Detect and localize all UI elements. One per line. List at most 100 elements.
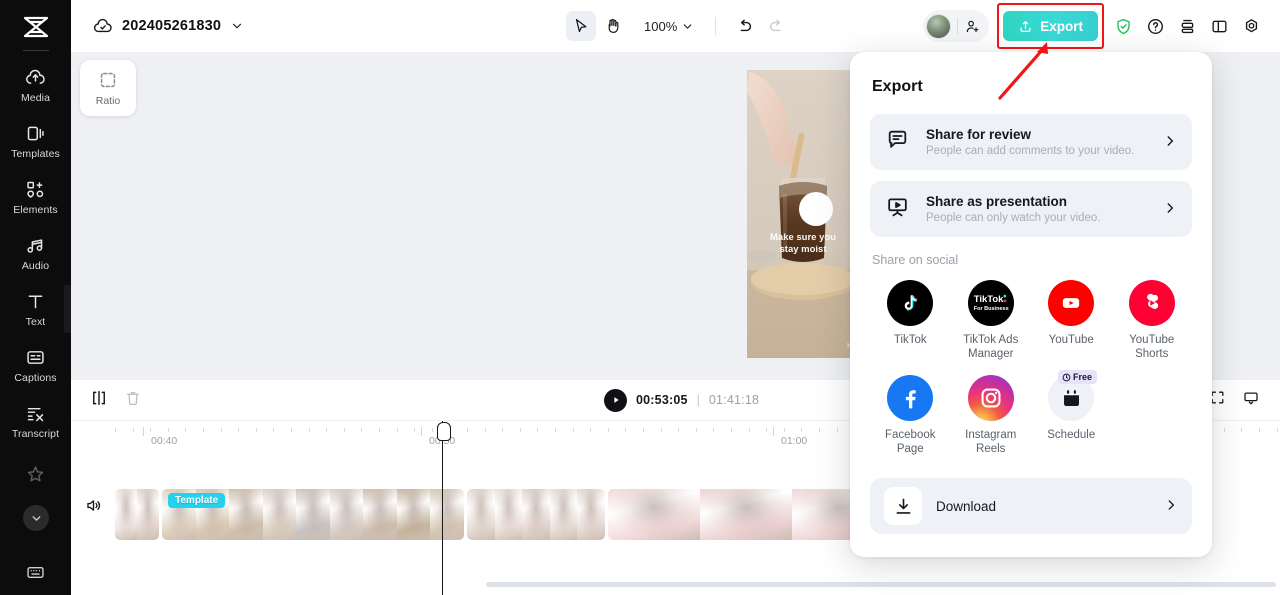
text-icon bbox=[25, 290, 47, 312]
ruler-tick bbox=[238, 428, 240, 432]
presentation-screen-icon bbox=[885, 194, 910, 224]
clip-thumbnail bbox=[115, 489, 137, 540]
split-view-icon bbox=[1211, 20, 1227, 32]
timeline-clip[interactable] bbox=[115, 489, 159, 540]
social-facebook-page[interactable]: Facebook Page bbox=[870, 375, 951, 456]
display-settings-button[interactable] bbox=[1242, 389, 1260, 412]
social-tiktok[interactable]: TikTok bbox=[870, 280, 951, 361]
sidebar-item-label: Templates bbox=[11, 148, 60, 161]
playhead[interactable] bbox=[436, 421, 451, 595]
youtube-icon bbox=[1048, 280, 1095, 326]
social-tiktok-ads-manager[interactable]: TikTok For Business TikTok Ads Manager bbox=[951, 280, 1032, 361]
share-for-review-row[interactable]: Share for review People can add comments… bbox=[870, 114, 1192, 170]
facebook-icon bbox=[887, 375, 934, 421]
sidebar-item-label: Captions bbox=[14, 372, 57, 385]
avatar-divider bbox=[957, 18, 959, 34]
clip-thumbnail bbox=[229, 489, 263, 540]
sidebar-item-effects[interactable] bbox=[0, 449, 71, 505]
clip-thumbnail bbox=[329, 489, 364, 540]
sidebar-item-templates[interactable]: Templates bbox=[0, 113, 71, 169]
video-preview[interactable]: Make sure you stay moist ✂ bbox=[747, 70, 859, 358]
sidebar-item-text[interactable]: Text bbox=[0, 281, 71, 337]
layers-icon-button[interactable] bbox=[1172, 11, 1202, 41]
split-view-icon-button[interactable] bbox=[1204, 11, 1234, 41]
social-youtube-shorts[interactable]: YouTube Shorts bbox=[1112, 280, 1193, 361]
youtube-shorts-icon bbox=[1128, 280, 1175, 326]
redo-button[interactable] bbox=[761, 11, 791, 41]
ratio-button[interactable]: Ratio bbox=[80, 60, 136, 116]
ruler-label: 00:40 bbox=[151, 435, 178, 447]
chevron-right-icon bbox=[1164, 498, 1178, 515]
tool-hand[interactable] bbox=[598, 11, 628, 41]
ruler-tick bbox=[167, 428, 169, 432]
share-as-presentation-text: Share as presentation People can only wa… bbox=[926, 194, 1147, 224]
split-clip-button[interactable] bbox=[90, 389, 108, 412]
svg-text:Make sure you: Make sure you bbox=[770, 232, 836, 243]
clip-thumbnail-art bbox=[296, 489, 330, 540]
share-as-presentation-subtitle: People can only watch your video. bbox=[926, 212, 1101, 224]
help-icon-button[interactable] bbox=[1140, 11, 1170, 41]
social-label: TikTok Ads Manager bbox=[963, 334, 1019, 360]
svg-text:For Business: For Business bbox=[973, 306, 1008, 312]
ruler-tick bbox=[607, 428, 609, 432]
clip-thumbnail-art bbox=[229, 489, 263, 540]
sidebar-item-captions[interactable]: Captions bbox=[0, 337, 71, 393]
sidebar-item-label: Media bbox=[20, 92, 51, 105]
sidebar-item-media[interactable]: Media bbox=[0, 57, 71, 113]
shield-check-icon bbox=[1116, 18, 1130, 34]
zoom-level-select[interactable]: 100% bbox=[636, 11, 702, 41]
undo-button[interactable] bbox=[729, 11, 759, 41]
clip-thumbnail bbox=[577, 489, 605, 540]
clip-thumbnail-art bbox=[577, 489, 605, 540]
tool-select[interactable] bbox=[566, 11, 596, 41]
clip-thumbnail-art bbox=[396, 489, 431, 540]
timeline-horizontal-scrollbar[interactable] bbox=[486, 582, 1276, 587]
clip-thumbnail-art bbox=[549, 489, 578, 540]
social-instagram-reels[interactable]: Instagram Reels bbox=[951, 375, 1032, 456]
play-button[interactable] bbox=[604, 388, 627, 412]
timeline-clip[interactable]: Template bbox=[162, 489, 464, 540]
ruler-tick bbox=[590, 428, 592, 432]
chevron-down-icon bbox=[683, 23, 692, 29]
free-badge-label: Free bbox=[1073, 372, 1093, 382]
social-youtube[interactable]: YouTube bbox=[1031, 280, 1112, 361]
timeline-clip[interactable] bbox=[608, 489, 884, 540]
social-label: YouTube bbox=[1048, 334, 1094, 346]
cursor-select-icon bbox=[575, 18, 587, 33]
account-and-invite[interactable] bbox=[923, 10, 990, 42]
share-as-presentation-row[interactable]: Share as presentation People can only wa… bbox=[870, 181, 1192, 237]
download-row[interactable]: Download bbox=[870, 478, 1192, 534]
clip-thumbnail-art bbox=[137, 489, 159, 540]
delete-clip-button[interactable] bbox=[124, 389, 142, 412]
clip-thumbnail-art bbox=[522, 489, 550, 540]
clip-thumbnail-art bbox=[363, 489, 397, 540]
ruler-tick bbox=[379, 428, 380, 432]
export-button[interactable]: Export bbox=[1003, 11, 1098, 41]
sidebar-item-elements[interactable]: Elements bbox=[0, 169, 71, 225]
track-volume-button[interactable] bbox=[84, 496, 103, 520]
capcut-logo-icon[interactable] bbox=[19, 14, 53, 40]
social-schedule[interactable]: Free Schedule bbox=[1031, 370, 1112, 456]
clip-thumbnail bbox=[700, 489, 792, 540]
ruler-tick bbox=[1276, 428, 1278, 432]
ruler-tick bbox=[766, 428, 768, 432]
sidebar-item-audio[interactable]: Audio bbox=[0, 225, 71, 281]
ruler-tick bbox=[502, 428, 504, 432]
settings-gear-icon bbox=[1245, 18, 1257, 32]
help-question-icon bbox=[1147, 18, 1163, 34]
sidebar-item-transcript[interactable]: Transcript bbox=[0, 393, 71, 449]
ruler-label: 01:00 bbox=[781, 435, 808, 447]
crop-ratio-icon bbox=[100, 72, 116, 88]
sidebar-collapse-button[interactable] bbox=[23, 505, 49, 531]
settings-icon-button[interactable] bbox=[1236, 11, 1266, 41]
project-title-button[interactable]: 202405261830 bbox=[93, 16, 244, 36]
ruler-major-tick bbox=[421, 427, 422, 436]
security-icon-button[interactable] bbox=[1108, 11, 1138, 41]
ruler-tick bbox=[748, 428, 750, 432]
share-on-social-heading: Share on social bbox=[872, 253, 959, 267]
timeline-clip[interactable] bbox=[467, 489, 605, 540]
templates-icon bbox=[25, 122, 47, 144]
clip-thumbnail bbox=[296, 489, 330, 540]
sidebar-item-label: Elements bbox=[13, 204, 58, 217]
keyboard-shortcuts-button[interactable] bbox=[0, 562, 71, 583]
